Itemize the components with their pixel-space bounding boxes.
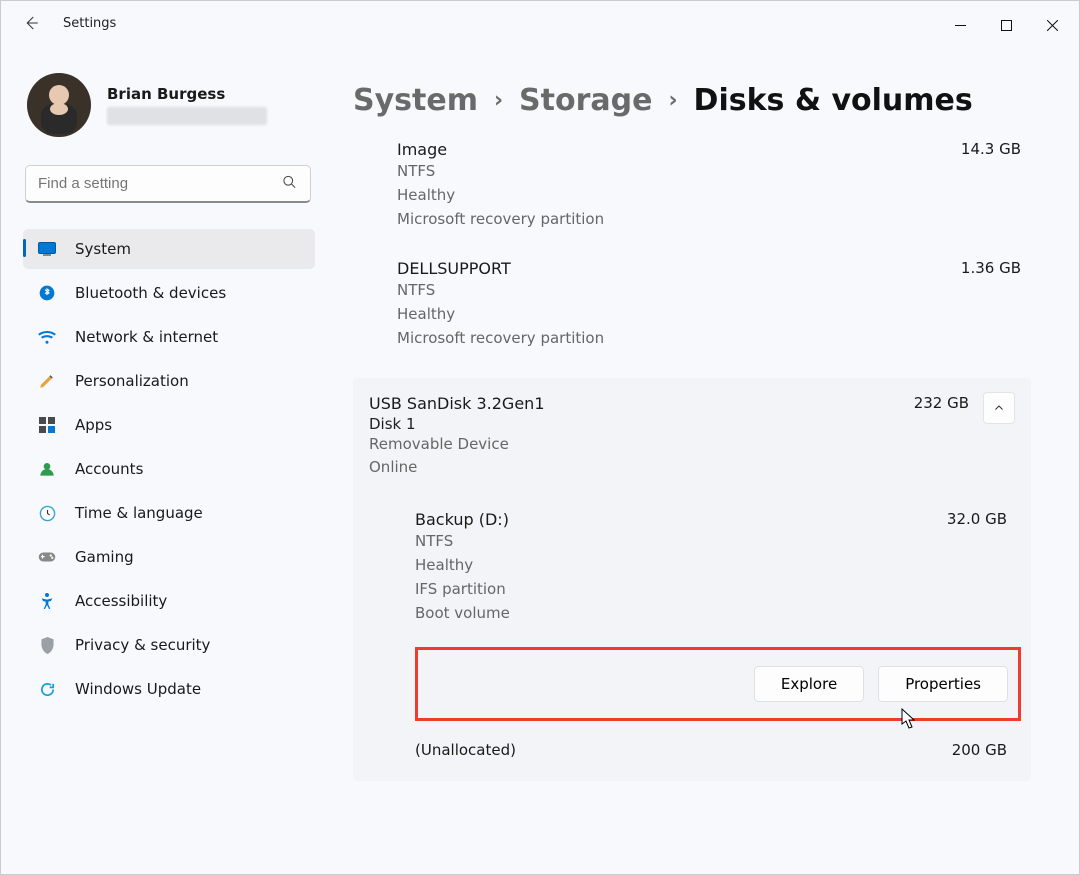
nav-system[interactable]: System xyxy=(23,229,315,269)
volume-image[interactable]: Image 14.3 GB NTFS Healthy Microsoft rec… xyxy=(353,140,1031,231)
main-content: System › Storage › Disks & volumes Image… xyxy=(319,49,1079,874)
person-icon xyxy=(37,459,57,479)
volume-size: 32.0 GB xyxy=(947,510,1007,528)
maximize-button[interactable] xyxy=(983,9,1029,41)
paintbrush-icon xyxy=(37,371,57,391)
nav-label: System xyxy=(75,240,131,258)
nav-accessibility[interactable]: Accessibility xyxy=(23,581,315,621)
volume-name: DELLSUPPORT xyxy=(397,259,1031,278)
nav-label: Windows Update xyxy=(75,680,201,698)
nav-label: Apps xyxy=(75,416,112,434)
volume-type: Microsoft recovery partition xyxy=(397,207,1031,231)
nav-gaming[interactable]: Gaming xyxy=(23,537,315,577)
volume-type: Microsoft recovery partition xyxy=(397,326,1031,350)
nav-network[interactable]: Network & internet xyxy=(23,317,315,357)
nav-personalization[interactable]: Personalization xyxy=(23,361,315,401)
disk-status: Online xyxy=(369,456,1015,479)
disk-kind: Removable Device xyxy=(369,433,1015,456)
search-box[interactable] xyxy=(25,165,311,203)
nav-bluetooth[interactable]: Bluetooth & devices xyxy=(23,273,315,313)
volume-health: Healthy xyxy=(397,302,1031,326)
volume-health: Healthy xyxy=(415,553,1015,577)
gamepad-icon xyxy=(37,547,57,567)
unallocated-label: (Unallocated) xyxy=(415,741,516,759)
nav-label: Bluetooth & devices xyxy=(75,284,226,302)
volume-partition-type: IFS partition xyxy=(415,577,1015,601)
bluetooth-icon xyxy=(37,283,57,303)
shield-icon xyxy=(37,635,57,655)
volume-name: Backup (D:) xyxy=(415,510,1015,529)
volume-health: Healthy xyxy=(397,183,1031,207)
nav-label: Accounts xyxy=(75,460,143,478)
breadcrumb-current: Disks & volumes xyxy=(694,83,973,118)
nav-update[interactable]: Windows Update xyxy=(23,669,315,709)
titlebar: Settings xyxy=(1,1,1079,49)
profile-email-redacted xyxy=(107,107,267,125)
breadcrumb-storage[interactable]: Storage xyxy=(519,83,652,118)
accessibility-icon xyxy=(37,591,57,611)
unallocated-size: 200 GB xyxy=(952,741,1007,759)
nav-label: Gaming xyxy=(75,548,134,566)
volume-name: Image xyxy=(397,140,1031,159)
volume-fs: NTFS xyxy=(415,529,1015,553)
volume-backup[interactable]: Backup (D:) 32.0 GB NTFS Healthy IFS par… xyxy=(369,510,1015,721)
nav-label: Privacy & security xyxy=(75,636,210,654)
nav-list: System Bluetooth & devices Network & int… xyxy=(23,229,315,709)
chevron-right-icon: › xyxy=(668,88,677,113)
sidebar: Brian Burgess System Bluetooth & devi xyxy=(1,49,319,874)
nav-label: Accessibility xyxy=(75,592,167,610)
close-button[interactable] xyxy=(1029,9,1075,41)
clock-icon xyxy=(37,503,57,523)
properties-button[interactable]: Properties xyxy=(878,666,1008,702)
chevron-right-icon: › xyxy=(494,88,503,113)
disk-header[interactable]: USB SanDisk 3.2Gen1 232 GB Disk 1 Remova… xyxy=(369,394,1015,480)
volume-dellsupport[interactable]: DELLSUPPORT 1.36 GB NTFS Healthy Microso… xyxy=(353,259,1031,350)
action-highlight-box: Explore Properties xyxy=(415,647,1021,721)
system-icon xyxy=(37,239,57,259)
profile-name: Brian Burgess xyxy=(107,85,267,103)
breadcrumb: System › Storage › Disks & volumes xyxy=(353,83,1031,118)
disk-id: Disk 1 xyxy=(369,415,1015,433)
disk-card: USB SanDisk 3.2Gen1 232 GB Disk 1 Remova… xyxy=(353,378,1031,781)
search-input[interactable] xyxy=(25,165,311,203)
nav-accounts[interactable]: Accounts xyxy=(23,449,315,489)
nav-privacy[interactable]: Privacy & security xyxy=(23,625,315,665)
volume-fs: NTFS xyxy=(397,278,1031,302)
nav-label: Personalization xyxy=(75,372,189,390)
unallocated-row[interactable]: (Unallocated) 200 GB xyxy=(369,741,1015,759)
breadcrumb-system[interactable]: System xyxy=(353,83,478,118)
back-button[interactable] xyxy=(21,13,41,33)
profile[interactable]: Brian Burgess xyxy=(23,73,315,137)
nav-label: Time & language xyxy=(75,504,203,522)
volume-size: 14.3 GB xyxy=(961,140,1021,158)
nav-time[interactable]: Time & language xyxy=(23,493,315,533)
minimize-button[interactable] xyxy=(937,9,983,41)
update-icon xyxy=(37,679,57,699)
volume-boot-type: Boot volume xyxy=(415,601,1015,625)
volume-size: 1.36 GB xyxy=(961,259,1021,277)
nav-label: Network & internet xyxy=(75,328,218,346)
collapse-button[interactable] xyxy=(983,392,1015,424)
explore-button[interactable]: Explore xyxy=(754,666,864,702)
volume-fs: NTFS xyxy=(397,159,1031,183)
wifi-icon xyxy=(37,327,57,347)
disk-size: 232 GB xyxy=(914,394,969,412)
avatar xyxy=(27,73,91,137)
app-title: Settings xyxy=(63,16,116,31)
apps-icon xyxy=(37,415,57,435)
nav-apps[interactable]: Apps xyxy=(23,405,315,445)
